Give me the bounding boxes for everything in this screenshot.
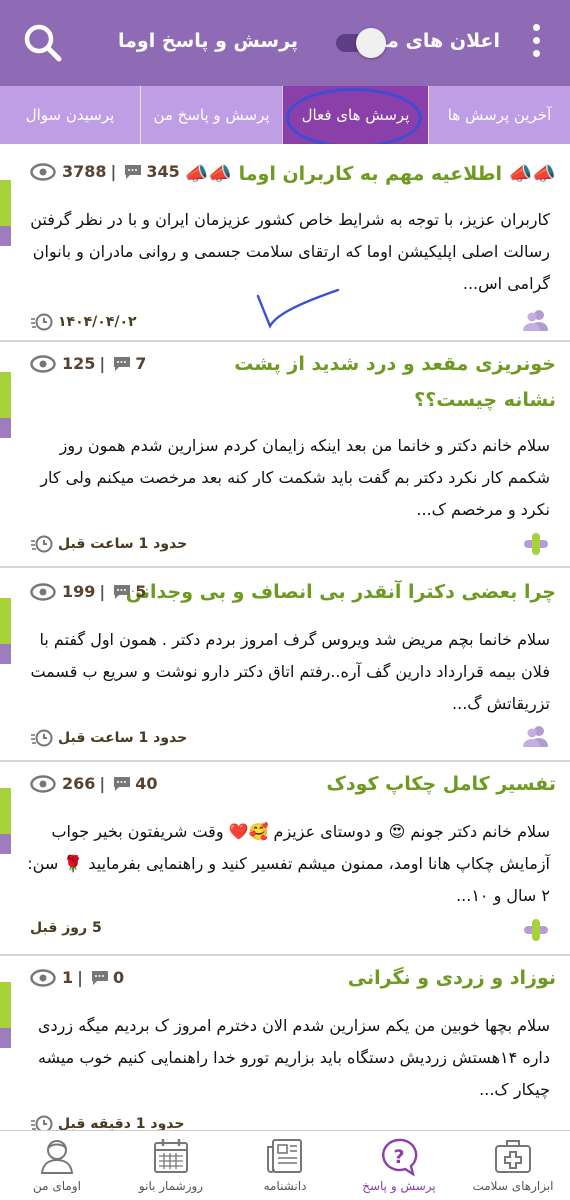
notifications-label[interactable]: اعلان های من (370, 30, 500, 52)
question-bubble-icon: ? (382, 1138, 418, 1177)
views-count: 125 (62, 354, 96, 373)
question-card[interactable]: 📣📣 اطلاعیه مهم به کاربران اوما 📣📣 3788 |… (0, 144, 570, 342)
page-title: پرسش و پاسخ اوما (118, 30, 299, 52)
nav-encyclopedia[interactable]: دانشنامه (228, 1131, 342, 1200)
questions-feed[interactable]: 📣📣 اطلاعیه مهم به کاربران اوما 📣📣 3788 |… (0, 144, 570, 1130)
answers-count: 345 (146, 162, 180, 181)
views-count: 266 (62, 774, 96, 793)
question-card[interactable]: نوزاد و زردی و نگرانی 1 | 0 سلام بچها خو… (0, 956, 570, 1130)
question-card[interactable]: چرا بعضی دکترا آنقدر بی انصاف و بی وجدان… (0, 568, 570, 762)
question-time: ۱۴۰۴/۰۴/۰۲ (30, 312, 137, 332)
clock-icon (31, 1115, 53, 1130)
views-count: 1 (62, 968, 74, 987)
question-time: حدود 1 ساعت قبل (30, 728, 187, 748)
nav-health-tools[interactable]: ابزارهای سلامت (456, 1131, 570, 1200)
nav-calendar[interactable]: روزشمار بانو (114, 1131, 228, 1200)
question-title[interactable]: تفسیر کامل چکاپ کودک (326, 766, 556, 802)
views-icon (30, 774, 56, 793)
nav-my-profile-label: اومای من (33, 1179, 81, 1193)
tab-active-questions-label: پرسش های فعال (301, 106, 410, 124)
question-stats: 1 | 0 (30, 968, 124, 987)
newspaper-icon (267, 1139, 302, 1173)
views-icon (30, 582, 56, 601)
answers-count: 0 (112, 968, 125, 987)
question-stats: 266 | 40 (30, 774, 158, 793)
time-text: 5 روز قبل (30, 920, 102, 936)
answers-icon (114, 356, 131, 371)
views-icon (30, 968, 56, 987)
question-title[interactable]: نوزاد و زردی و نگرانی (348, 960, 556, 996)
time-text: حدود 1 ساعت قبل (58, 730, 188, 746)
question-time: حدود 1 ساعت قبل (30, 534, 187, 554)
users-icon (523, 726, 548, 747)
answers-count: 7 (135, 354, 147, 373)
search-icon[interactable] (22, 22, 64, 64)
nav-health-tools-label: ابزارهای سلامت (472, 1179, 554, 1193)
question-title[interactable]: خونریزی مقعد و درد شدید از پشت نشانه چیس… (186, 346, 556, 418)
card-side-bar (0, 788, 11, 854)
card-side-bar (0, 372, 11, 438)
tab-bar: آخرین پرسش ها پرسش های فعال پرسش و پاسخ … (0, 86, 570, 144)
question-title[interactable]: چرا بعضی دکترا آنقدر بی انصاف و بی وجدان… (126, 574, 556, 610)
plus-icon (524, 919, 548, 941)
question-excerpt: سلام بچها خوبین من یکم سزارین شدم الان د… (37, 1016, 550, 1099)
views-icon (30, 162, 56, 181)
views-count: 3788 (62, 162, 107, 181)
question-time: 5 روز قبل (30, 920, 102, 936)
medical-kit-icon (495, 1140, 531, 1173)
question-card[interactable]: تفسیر کامل چکاپ کودک 266 | 40 سلام خانم … (0, 762, 570, 956)
svg-text:?: ? (393, 1146, 404, 1168)
views-icon (30, 354, 56, 373)
tab-ask-question[interactable]: پرسیدن سوال (0, 86, 140, 144)
question-card[interactable]: خونریزی مقعد و درد شدید از پشت نشانه چیس… (0, 342, 570, 568)
question-stats: 125 | 7 (30, 354, 146, 373)
question-time: حدود 1 دقیقه قبل (30, 1114, 184, 1130)
time-text: حدود 1 دقیقه قبل (58, 1116, 185, 1130)
card-side-bar (0, 982, 11, 1048)
plus-icon (524, 533, 548, 555)
nav-qa[interactable]: ? پرسش و پاسخ (342, 1131, 456, 1200)
users-icon (523, 310, 548, 331)
card-side-bar (0, 180, 11, 246)
question-stats: 3788 | 345 (30, 162, 180, 181)
profile-icon (40, 1140, 74, 1174)
tab-my-questions[interactable]: پرسش و پاسخ من (140, 86, 282, 144)
question-title[interactable]: 📣📣 اطلاعیه مهم به کاربران اوما 📣📣 (185, 156, 556, 192)
answers-icon (114, 584, 131, 599)
answers-count: 40 (135, 774, 158, 793)
nav-my-profile[interactable]: اومای من (0, 1131, 114, 1200)
notifications-toggle[interactable] (336, 28, 388, 58)
calendar-icon (154, 1139, 188, 1173)
question-stats: 199 | 5 (30, 582, 146, 601)
tab-latest-questions[interactable]: آخرین پرسش ها (428, 86, 570, 144)
answers-icon (91, 970, 108, 985)
clock-icon (31, 729, 53, 747)
time-text: ۱۴۰۴/۰۴/۰۲ (58, 314, 137, 330)
answers-icon (125, 164, 142, 179)
nav-encyclopedia-label: دانشنامه (263, 1179, 307, 1193)
card-side-bar (0, 598, 11, 664)
answers-icon (114, 776, 131, 791)
nav-calendar-label: روزشمار بانو (138, 1179, 204, 1193)
nav-qa-label: پرسش و پاسخ (362, 1179, 436, 1193)
bottom-navigation: ابزارهای سلامت ? پرسش و پاسخ دانشنامه رو… (0, 1130, 570, 1200)
question-excerpt: سلام خانم دکتر جونم 😍 و دوستای عزیزم 🥰❤️… (27, 822, 550, 905)
app-header: اعلان های من پرسش و پاسخ اوما (0, 0, 570, 86)
clock-icon (31, 313, 53, 331)
tab-active-questions[interactable]: پرسش های فعال (282, 86, 428, 144)
question-excerpt: سلام خانم دکتر و خانما من بعد اینکه زایم… (40, 436, 550, 519)
hand-drawn-checkmark (256, 288, 340, 329)
question-excerpt: سلام خانما بچم مریض شد ویروس گرف امروز ب… (30, 630, 550, 713)
answers-count: 5 (135, 582, 147, 601)
views-count: 199 (62, 582, 96, 601)
overflow-menu-icon[interactable] (526, 24, 546, 64)
time-text: حدود 1 ساعت قبل (58, 536, 188, 552)
clock-icon (31, 535, 53, 553)
